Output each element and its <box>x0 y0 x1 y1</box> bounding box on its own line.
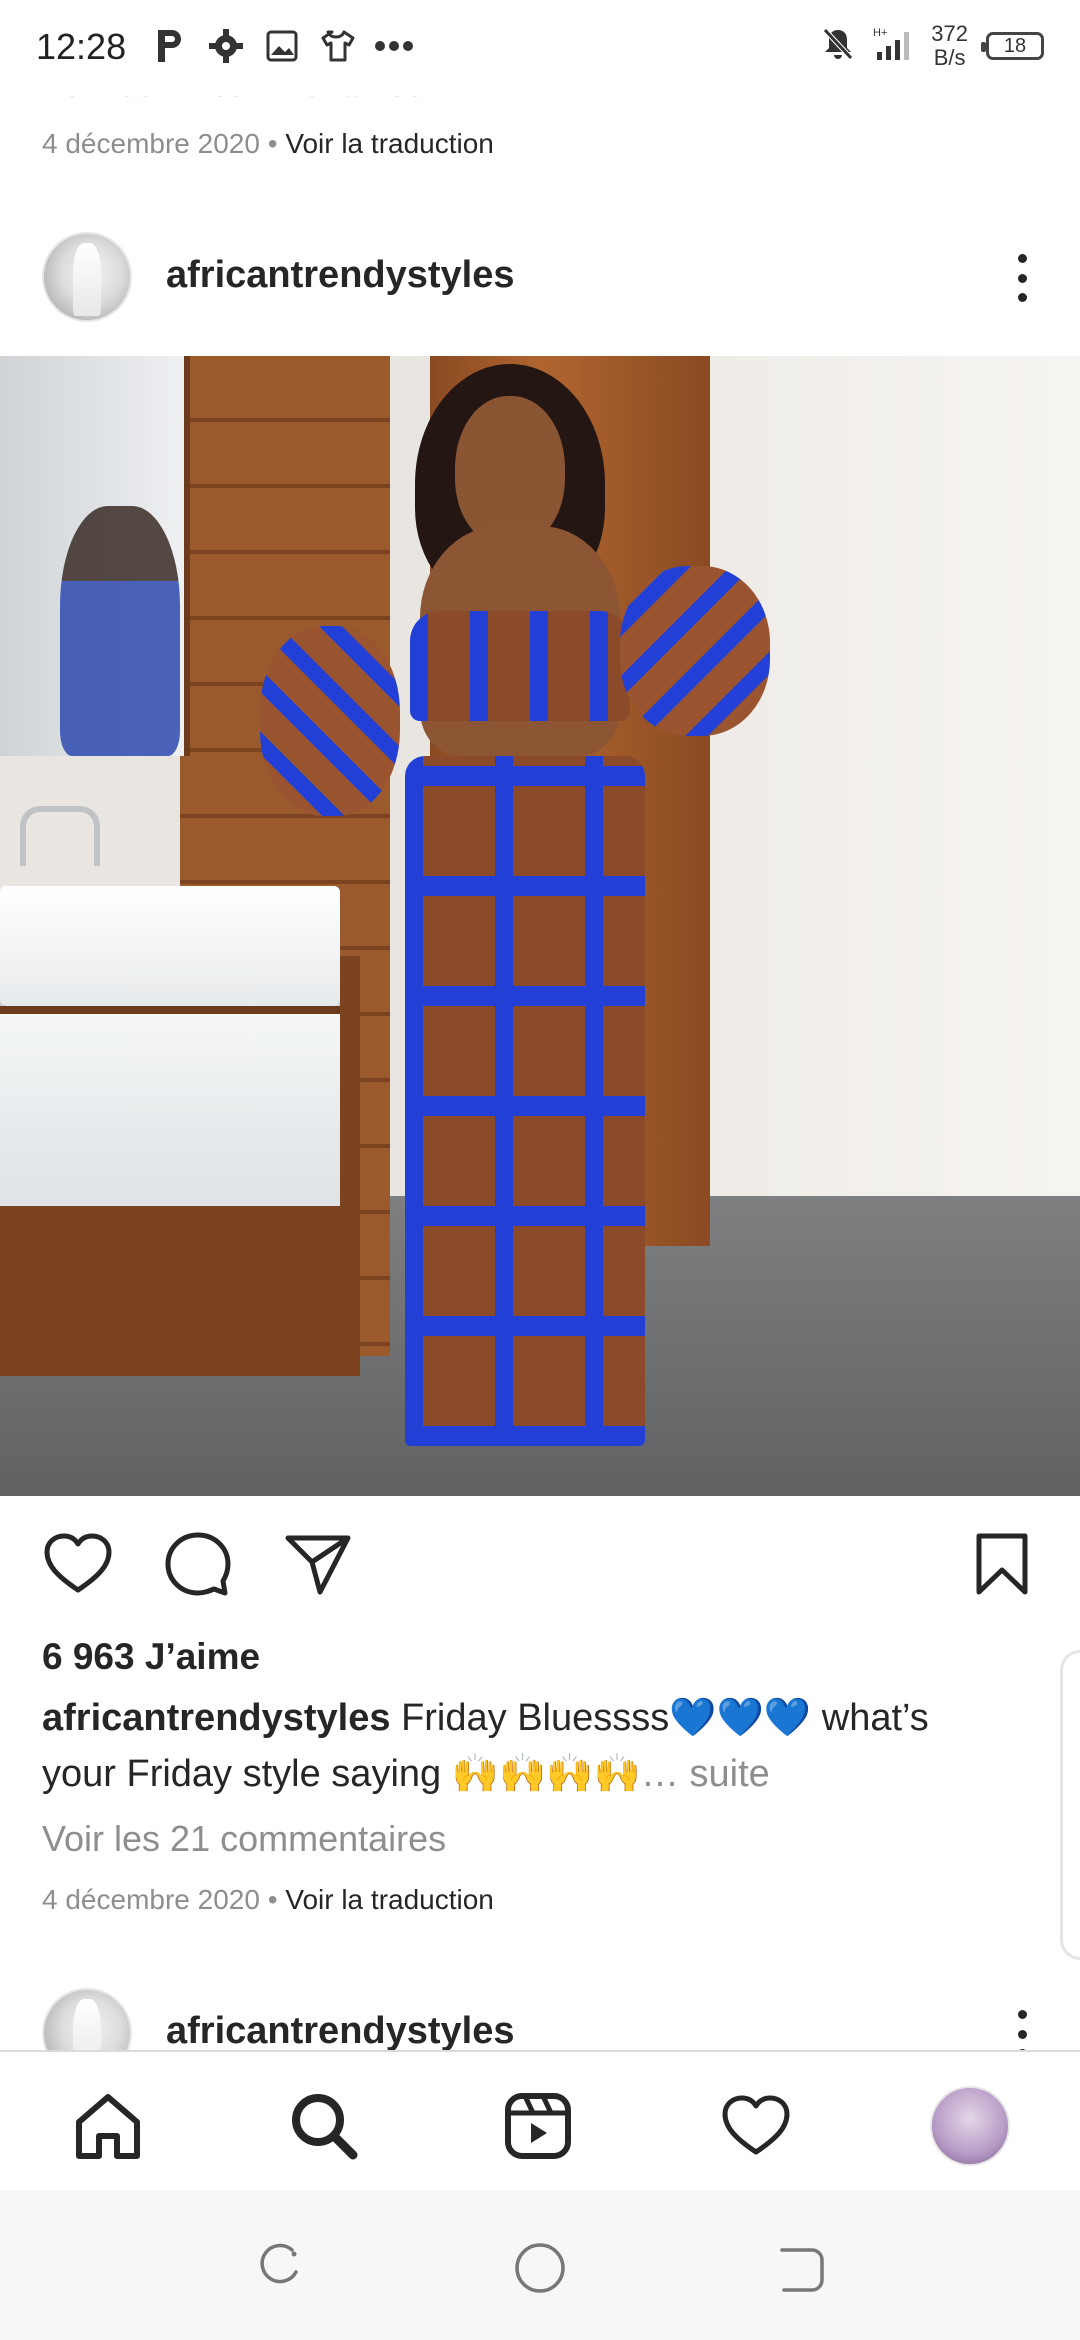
system-nav-bar <box>0 2190 1080 2340</box>
meta-separator: • <box>267 128 278 159</box>
net-speed-value: 372 <box>931 21 968 46</box>
previous-translate-link[interactable]: Voir la traduction <box>285 128 494 159</box>
heart-icon[interactable] <box>42 1528 114 1600</box>
likes-count[interactable]: 6 963 J’aime <box>42 1636 260 1678</box>
net-speed: 372 B/s <box>931 22 968 70</box>
avatar[interactable] <box>42 232 132 322</box>
post-photo[interactable] <box>0 356 1080 1496</box>
comment-icon[interactable] <box>162 1528 234 1600</box>
svg-text:H+: H+ <box>873 27 887 39</box>
side-handle[interactable] <box>1060 1650 1080 1960</box>
home-circle-icon[interactable] <box>512 2240 568 2296</box>
home-icon[interactable] <box>70 2088 146 2164</box>
post-header: africantrendystyles <box>0 228 1080 356</box>
post-username[interactable]: africantrendystyles <box>166 254 515 297</box>
shirt-icon <box>318 26 358 66</box>
avatar[interactable] <box>42 1988 132 2050</box>
reels-icon[interactable] <box>500 2088 576 2164</box>
post-meta: 4 décembre 2020 • Voir la traduction <box>42 1884 494 1916</box>
translate-link[interactable]: Voir la traduction <box>285 1884 494 1915</box>
view-comments-link[interactable]: Voir les 21 commentaires <box>42 1818 446 1860</box>
caption-username[interactable]: africantrendystyles <box>42 1697 391 1739</box>
search-icon[interactable] <box>286 2088 362 2164</box>
gear-icon <box>206 26 246 66</box>
post-actions <box>0 1500 1080 1630</box>
signal-icon: H+ <box>873 26 913 67</box>
status-bar: 12:28 H+ 372 B/s 18 <box>0 0 1080 96</box>
battery-icon: 18 <box>981 32 1044 60</box>
post-date: 4 décembre 2020 <box>42 1884 260 1915</box>
next-post-username[interactable]: africantrendystyles <box>166 2010 515 2050</box>
image-icon <box>262 26 302 66</box>
bottom-nav <box>0 2050 1080 2190</box>
parking-icon <box>150 26 190 66</box>
more-options-icon[interactable] <box>1000 248 1044 308</box>
net-speed-unit: B/s <box>933 45 966 70</box>
more-notifications-icon <box>374 26 414 66</box>
status-time: 12:28 <box>36 26 127 67</box>
bell-muted-icon <box>821 26 855 67</box>
bookmark-icon[interactable] <box>966 1528 1038 1600</box>
post-caption: africantrendystyles Friday Bluessss💙💙💙 w… <box>42 1690 1002 1802</box>
profile-avatar[interactable] <box>930 2086 1010 2166</box>
more-options-icon[interactable] <box>1000 2004 1044 2050</box>
recent-apps-icon[interactable] <box>250 2240 306 2296</box>
caption-more-link[interactable]: … suite <box>641 1753 770 1795</box>
meta-separator: • <box>267 1884 278 1915</box>
previous-post-date: 4 décembre 2020 <box>42 128 260 159</box>
back-icon[interactable] <box>772 2240 828 2296</box>
paper-plane-icon[interactable] <box>282 1528 354 1600</box>
activity-heart-icon[interactable] <box>718 2088 794 2164</box>
status-system-icons: H+ 372 B/s 18 <box>821 22 1044 70</box>
next-post-header: africantrendystyles <box>0 1984 1080 2050</box>
previous-post-meta: 4 décembre 2020 • Voir la traduction <box>42 128 494 160</box>
status-notification-icons <box>150 26 414 66</box>
